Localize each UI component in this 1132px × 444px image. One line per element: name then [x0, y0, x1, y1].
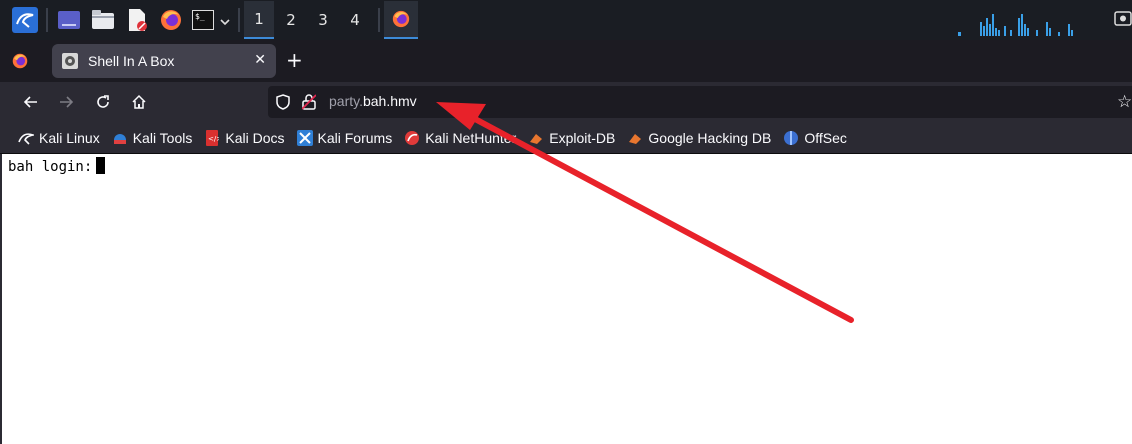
terminal-cursor — [96, 157, 106, 174]
back-arrow-icon — [23, 96, 37, 108]
workspace-2-button[interactable]: 2 — [276, 1, 306, 39]
taskbar-separator — [46, 8, 48, 32]
tab-title: Shell In A Box — [88, 53, 175, 69]
cpu-monitor-graph — [958, 14, 1073, 36]
ghdb-icon — [627, 130, 643, 146]
url-domain: bah.hmv — [362, 93, 417, 109]
bookmark-label: Exploit-DB — [549, 129, 616, 146]
login-prompt: bah login: — [8, 159, 93, 175]
tracking-protection-shield-icon[interactable] — [276, 94, 290, 114]
svg-text:</>: </> — [208, 135, 219, 143]
workspace-4-button[interactable]: 4 — [340, 1, 370, 39]
terminal-icon[interactable]: $_ — [192, 7, 214, 33]
svg-text:$_: $_ — [195, 12, 205, 21]
screen: $_ 1 2 3 4 Shell In A Box ✕ + party.bah.… — [0, 0, 1132, 444]
browser-tab-strip: Shell In A Box ✕ + — [0, 40, 1132, 82]
bookmark-exploit-db[interactable]: Exploit-DB — [528, 130, 615, 146]
taskbar-separator — [238, 8, 240, 32]
text-editor-icon[interactable] — [124, 7, 150, 33]
insecure-lock-icon[interactable] — [301, 94, 317, 114]
window-border — [0, 154, 2, 444]
bookmark-kali-docs[interactable]: </> Kali Docs — [204, 129, 285, 146]
bookmark-label: Kali Linux — [39, 129, 100, 146]
bookmark-label: Kali NetHunter — [425, 129, 517, 146]
bookmark-label: OffSec — [804, 129, 847, 146]
firefox-icon — [392, 10, 410, 28]
bookmark-kali-nethunter[interactable]: Kali NetHunter — [404, 130, 516, 146]
bookmark-label: Google Hacking DB — [648, 129, 772, 146]
taskbar-separator — [378, 8, 380, 32]
bookmark-label: Kali Forums — [317, 129, 393, 146]
url-text[interactable]: party.bah.hmv — [329, 93, 417, 109]
kali-forums-icon — [296, 129, 313, 146]
workspace-3-button[interactable]: 3 — [308, 1, 338, 39]
firefox-launcher-icon[interactable] — [158, 7, 184, 33]
notifications-icon[interactable] — [1114, 10, 1132, 32]
firefox-icon — [12, 53, 28, 69]
reload-icon — [97, 95, 109, 108]
bookmark-kali-linux[interactable]: Kali Linux — [18, 130, 100, 146]
navigation-toolbar: party.bah.hmv ☆ — [0, 82, 1132, 122]
active-tab[interactable]: Shell In A Box ✕ — [52, 44, 276, 78]
home-icon — [132, 94, 146, 109]
kali-docs-icon: </> — [204, 129, 220, 146]
show-desktop-icon[interactable] — [56, 7, 82, 33]
new-tab-button[interactable]: + — [286, 50, 303, 70]
kali-menu-icon[interactable] — [12, 7, 38, 33]
bookmark-kali-forums[interactable]: Kali Forums — [296, 129, 393, 146]
taskbar: $_ 1 2 3 4 — [0, 0, 1132, 40]
bookmark-label: Kali Tools — [132, 129, 193, 146]
firefox-task-button[interactable] — [384, 1, 418, 39]
tab-close-icon[interactable]: ✕ — [254, 52, 266, 68]
kali-tools-icon — [112, 130, 128, 146]
bookmark-label: Kali Docs — [225, 129, 285, 146]
shellinabox-icon — [62, 53, 78, 69]
bookmark-google-hacking-db[interactable]: Google Hacking DB — [627, 130, 771, 146]
bookmark-star-icon[interactable]: ☆ — [1117, 92, 1132, 112]
forward-arrow-icon — [60, 96, 74, 108]
url-bar[interactable]: party.bah.hmv ☆ — [268, 86, 1132, 118]
bookmark-offsec[interactable]: OffSec — [783, 130, 847, 146]
workspace-1-button[interactable]: 1 — [244, 1, 274, 39]
shell-terminal-page[interactable]: bah login: — [0, 154, 1132, 444]
pinned-firefox-tab[interactable] — [0, 40, 40, 82]
terminal-output[interactable]: bah login: — [8, 157, 106, 175]
offsec-icon — [783, 130, 799, 146]
url-subdomain: party. — [329, 93, 363, 109]
forward-button[interactable] — [56, 92, 76, 112]
file-manager-icon[interactable] — [90, 7, 116, 33]
bookmark-kali-tools[interactable]: Kali Tools — [112, 129, 193, 146]
bookmarks-toolbar: Kali Linux Kali Tools </> Kali Docs Kali… — [0, 122, 1132, 154]
terminal-dropdown-chevron-icon[interactable] — [220, 11, 230, 30]
kali-nethunter-icon — [404, 130, 420, 146]
reload-button[interactable] — [93, 92, 113, 112]
exploit-db-icon — [528, 130, 544, 146]
home-button[interactable] — [129, 92, 149, 112]
back-button[interactable] — [21, 92, 41, 112]
kali-dragon-icon — [18, 130, 34, 146]
